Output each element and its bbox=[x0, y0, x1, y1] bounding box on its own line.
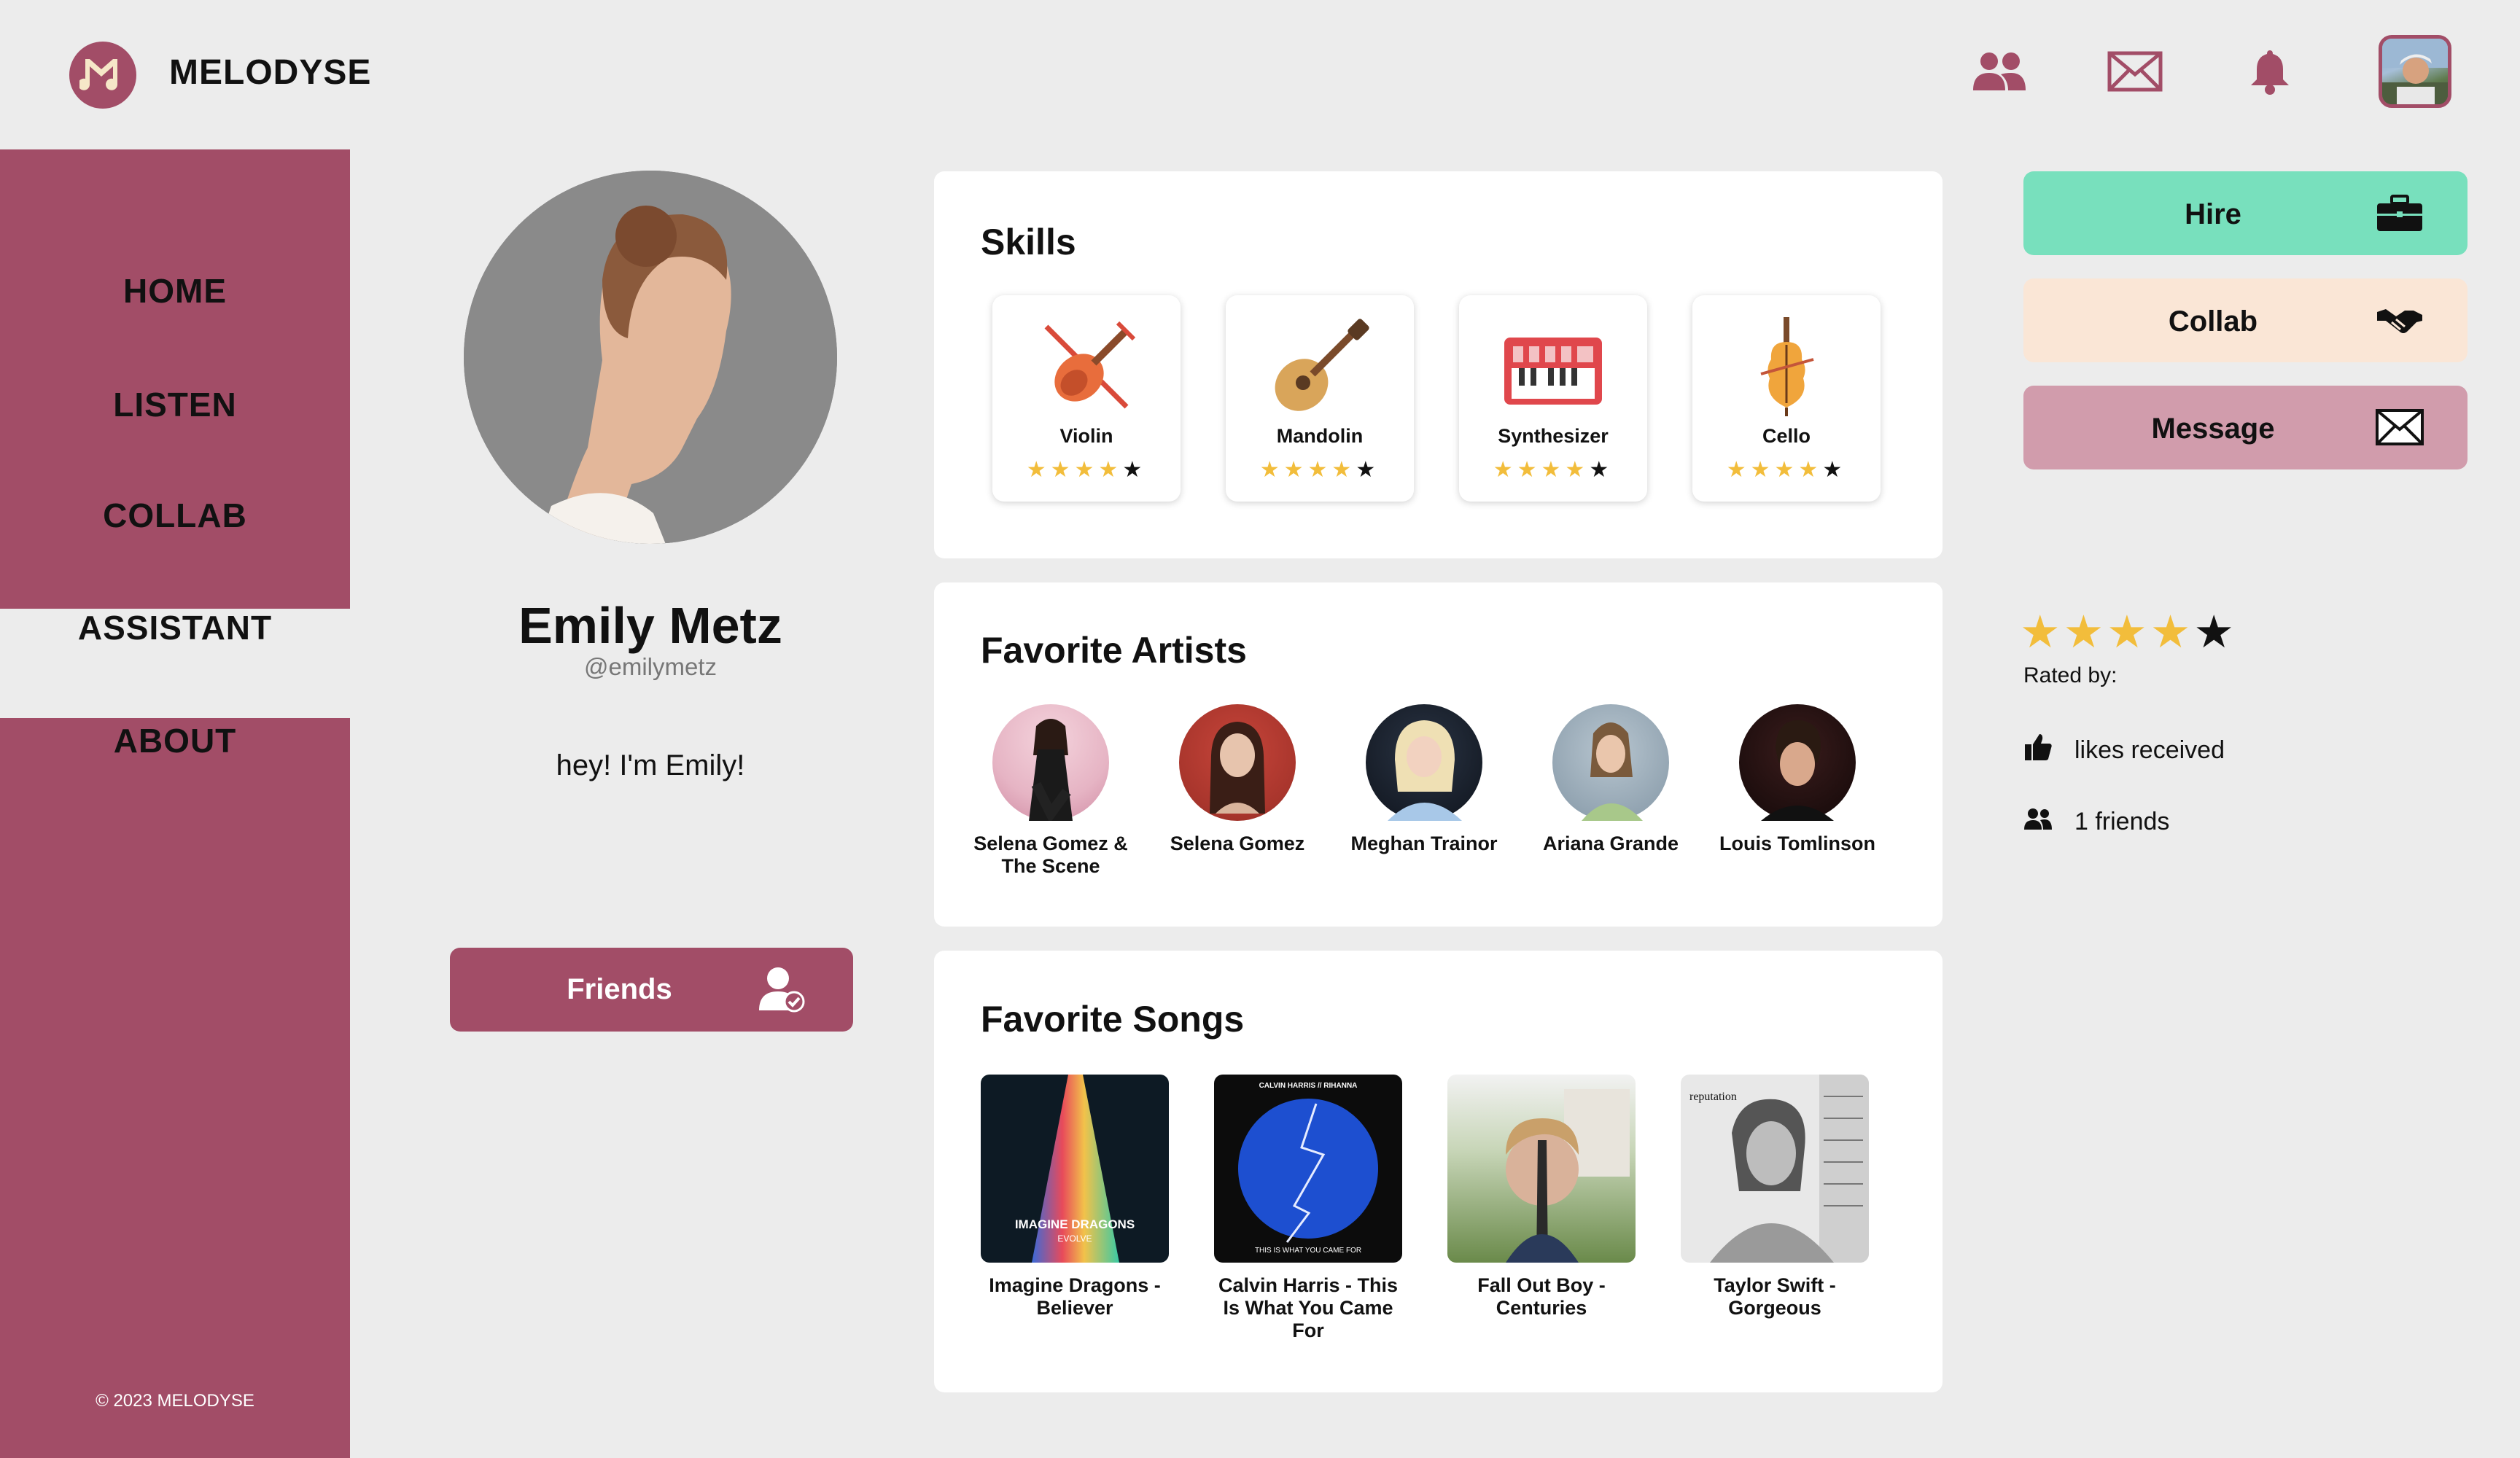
song-name: Imagine Dragons - Believer bbox=[989, 1274, 1161, 1319]
artist-item[interactable]: Selena Gomez bbox=[1157, 704, 1318, 855]
sidebar: HOME LISTEN COLLAB ASSISTANT ABOUT © 202… bbox=[0, 149, 350, 1458]
skill-rating-stars: ★★★★★ bbox=[1026, 458, 1147, 482]
skill-rating-stars: ★★★★★ bbox=[1259, 458, 1380, 482]
nav-listen[interactable]: LISTEN bbox=[0, 385, 350, 424]
song-item[interactable]: CALVIN HARRIS // RIHANNA THIS IS WHAT YO… bbox=[1213, 1075, 1403, 1342]
album-cover: CALVIN HARRIS // RIHANNA THIS IS WHAT YO… bbox=[1214, 1075, 1402, 1263]
nav-assistant[interactable]: ASSISTANT bbox=[0, 608, 350, 647]
cover-subtext: EVOLVE bbox=[1057, 1233, 1092, 1244]
overall-rating-stars: ★★★★★ bbox=[2020, 607, 2237, 658]
artist-photo bbox=[1552, 704, 1669, 821]
album-cover: IMAGINE DRAGONS EVOLVE bbox=[981, 1075, 1169, 1263]
skill-rating-stars: ★★★★★ bbox=[1493, 458, 1614, 482]
skill-card-violin[interactable]: Violin ★★★★★ bbox=[992, 295, 1181, 502]
user-check-icon bbox=[756, 964, 807, 1022]
songs-card: Favorite Songs IMAGINE DRAGONS EVOLVE Im… bbox=[934, 951, 1942, 1392]
album-cover: reputation bbox=[1681, 1075, 1869, 1263]
mandolin-icon bbox=[1265, 316, 1374, 418]
skills-card: Skills Violin ★★★★★ Mandolin ★★★★★ Synth… bbox=[934, 171, 1942, 558]
friends-icon bbox=[2023, 807, 2054, 837]
thumbs-up-icon bbox=[2023, 733, 2054, 768]
mail-icon[interactable] bbox=[2106, 45, 2164, 98]
synthesizer-icon bbox=[1498, 316, 1608, 418]
user-avatar[interactable] bbox=[2379, 35, 2451, 108]
skill-name: Violin bbox=[1059, 425, 1113, 447]
artist-photo bbox=[992, 704, 1109, 824]
profile-bio: hey! I'm Emily! bbox=[556, 749, 745, 781]
skill-card-synthesizer[interactable]: Synthesizer ★★★★★ bbox=[1459, 295, 1647, 502]
skills-title: Skills bbox=[981, 222, 1076, 262]
cover-text: reputation bbox=[1689, 1091, 1737, 1103]
skill-rating-stars: ★★★★★ bbox=[1726, 458, 1847, 482]
skill-name: Cello bbox=[1762, 425, 1811, 447]
songs-title: Favorite Songs bbox=[981, 999, 1245, 1040]
hire-button-label: Hire bbox=[2185, 198, 2241, 230]
nav-home[interactable]: HOME bbox=[0, 271, 350, 311]
friends-button-label: Friends bbox=[567, 973, 672, 1005]
artists-card: Favorite Artists Selena Gomez & The Scen… bbox=[934, 582, 1942, 927]
artist-name: Ariana Grande bbox=[1542, 833, 1679, 854]
song-item[interactable]: Fall Out Boy - Centuries bbox=[1447, 1075, 1636, 1319]
skill-name: Mandolin bbox=[1276, 425, 1364, 447]
artist-photo bbox=[1739, 704, 1856, 821]
artist-name: Selena Gomez & The Scene bbox=[973, 833, 1128, 877]
likes-stat: likes received bbox=[2023, 733, 2225, 768]
friends-stat: 1 friends bbox=[2023, 807, 2169, 837]
collab-button-label: Collab bbox=[2168, 305, 2258, 338]
song-item[interactable]: IMAGINE DRAGONS EVOLVE Imagine Dragons -… bbox=[980, 1075, 1170, 1319]
cover-text: IMAGINE DRAGONS bbox=[1014, 1217, 1135, 1231]
message-button[interactable]: Message bbox=[2023, 386, 2468, 469]
mail-icon bbox=[2376, 409, 2424, 453]
music-note-icon bbox=[79, 59, 118, 90]
skill-card-mandolin[interactable]: Mandolin ★★★★★ bbox=[1226, 295, 1414, 502]
profile-name: Emily Metz bbox=[518, 597, 782, 654]
logo[interactable] bbox=[69, 42, 136, 109]
artist-name: Louis Tomlinson bbox=[1719, 833, 1875, 854]
cover-subtext: THIS IS WHAT YOU CAME FOR bbox=[1254, 1247, 1362, 1255]
profile-photo bbox=[464, 171, 837, 544]
collab-button[interactable]: Collab bbox=[2023, 278, 2468, 362]
likes-label: likes received bbox=[2074, 736, 2225, 764]
brand-name[interactable]: MELODYSE bbox=[169, 52, 371, 93]
violin-icon bbox=[1032, 316, 1141, 418]
profile-handle: @emilymetz bbox=[583, 653, 717, 680]
artist-name: Selena Gomez bbox=[1170, 833, 1305, 854]
nav-collab[interactable]: COLLAB bbox=[0, 496, 350, 535]
song-name: Fall Out Boy - Centuries bbox=[1477, 1274, 1606, 1319]
artist-photo bbox=[1179, 704, 1296, 821]
hire-button[interactable]: Hire bbox=[2023, 171, 2468, 255]
bell-icon[interactable] bbox=[2241, 45, 2299, 98]
artist-item[interactable]: Meghan Trainor bbox=[1344, 704, 1504, 855]
message-button-label: Message bbox=[2151, 413, 2275, 445]
album-cover bbox=[1447, 1075, 1636, 1263]
friends-icon[interactable] bbox=[1970, 45, 2029, 98]
artist-item[interactable]: Ariana Grande bbox=[1531, 704, 1691, 855]
artist-name: Meghan Trainor bbox=[1350, 833, 1498, 854]
song-item[interactable]: reputation Taylor Swift - Gorgeous bbox=[1680, 1075, 1870, 1319]
cello-icon bbox=[1732, 316, 1841, 418]
nav-about[interactable]: ABOUT bbox=[0, 721, 350, 760]
artists-title: Favorite Artists bbox=[981, 630, 1247, 671]
artist-item[interactable]: Selena Gomez & The Scene bbox=[971, 704, 1131, 878]
skill-card-cello[interactable]: Cello ★★★★★ bbox=[1692, 295, 1881, 502]
rated-by-label: Rated by: bbox=[2023, 663, 2118, 687]
handshake-icon bbox=[2376, 302, 2424, 346]
briefcase-icon bbox=[2376, 195, 2424, 240]
skill-name: Synthesizer bbox=[1498, 425, 1609, 447]
friends-count-label: 1 friends bbox=[2074, 808, 2170, 835]
friends-button[interactable]: Friends bbox=[450, 948, 853, 1032]
artist-photo bbox=[1366, 704, 1482, 821]
song-name: Taylor Swift - Gorgeous bbox=[1714, 1274, 1836, 1319]
artist-item[interactable]: Louis Tomlinson bbox=[1717, 704, 1878, 855]
song-name: Calvin Harris - This Is What You Came Fo… bbox=[1218, 1274, 1399, 1341]
copyright: © 2023 MELODYSE bbox=[96, 1391, 254, 1411]
